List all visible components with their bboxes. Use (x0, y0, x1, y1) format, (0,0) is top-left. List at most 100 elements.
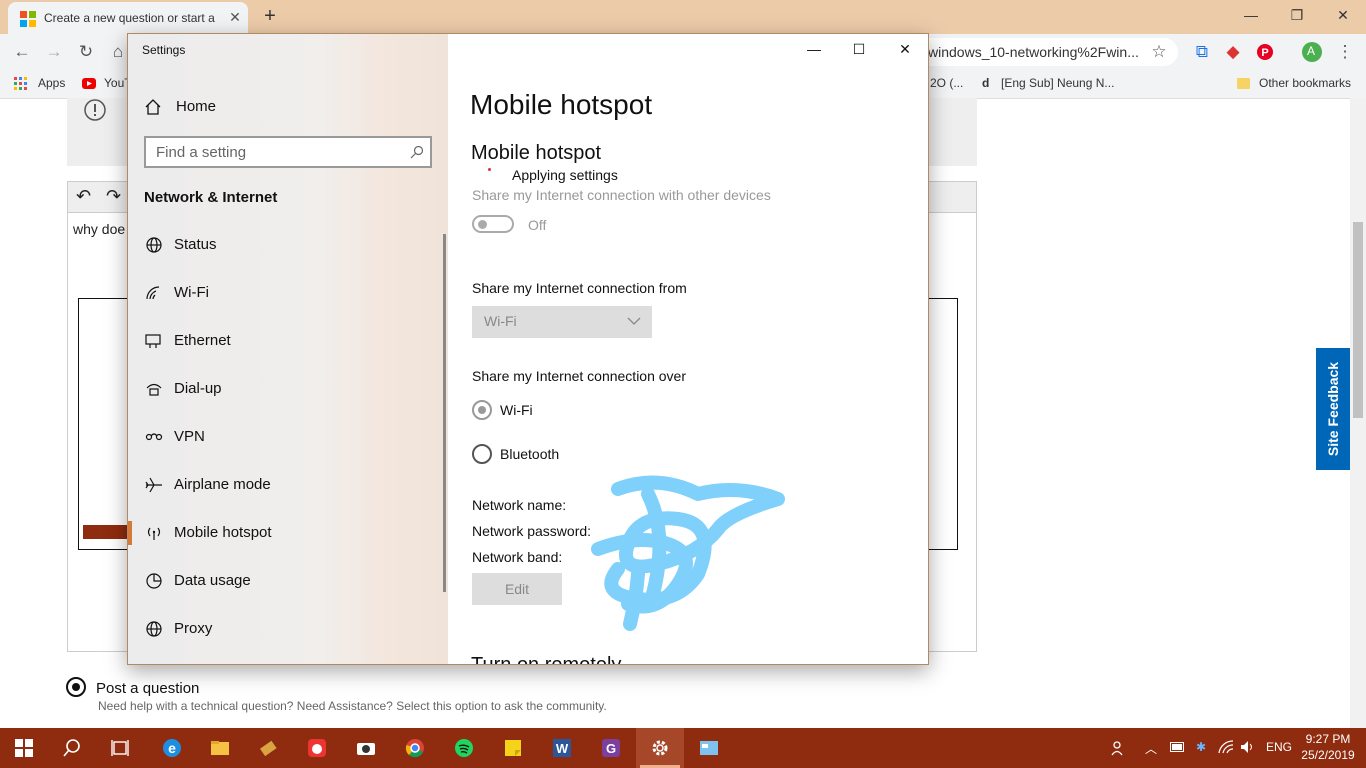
network-password-label: Network password: (472, 523, 592, 539)
bluetooth-icon[interactable]: ✱ (1196, 740, 1206, 754)
nav-label: Airplane mode (174, 476, 271, 493)
scrollbar-thumb[interactable] (1353, 222, 1363, 418)
chrome-tabstrip: Create a new question or start a ✕ + — ❐… (0, 0, 1366, 34)
nav-ethernet[interactable]: Ethernet (128, 321, 448, 361)
clock[interactable]: 9:27 PM 25/2/2019 (1298, 731, 1358, 763)
site-feedback-label: Site Feedback (1325, 361, 1341, 457)
wifi-icon[interactable] (1218, 740, 1234, 754)
page-scrollbar[interactable] (1350, 98, 1366, 728)
nav-status[interactable]: Status (128, 225, 448, 265)
back-icon[interactable]: ← (10, 40, 34, 64)
nav-wifi[interactable]: Wi-Fi (128, 273, 448, 313)
info-icon (84, 99, 106, 121)
bookmark-apps[interactable]: Apps (38, 76, 65, 90)
start-button[interactable] (0, 728, 48, 768)
menu-icon[interactable]: ⋮ (1333, 40, 1357, 64)
chevron-up-icon[interactable]: ︿ (1145, 740, 1157, 757)
selected-indicator (128, 521, 132, 545)
bookmark-star-icon[interactable]: ☆ (1147, 40, 1171, 64)
redo-icon[interactable]: ↷ (106, 186, 121, 207)
nav-data-usage[interactable]: Data usage (128, 561, 448, 601)
share-from-value: Wi-Fi (484, 313, 517, 329)
people-icon[interactable] (1110, 739, 1128, 757)
minimize-button[interactable]: — (1228, 0, 1274, 30)
redaction-scribble (591, 475, 785, 631)
taskbar-camera[interactable] (342, 728, 390, 768)
svg-text:W: W (556, 741, 569, 756)
svg-text:e: e (168, 740, 176, 756)
nav-proxy[interactable]: Proxy (128, 609, 448, 649)
bookmark-other[interactable]: Other bookmarks (1259, 76, 1351, 90)
window-title: Settings (142, 43, 186, 57)
taskbar-app-blue[interactable] (685, 728, 733, 768)
nav-vpn[interactable]: VPN (128, 417, 448, 457)
microsoft-logo-icon (20, 11, 36, 27)
task-view-button[interactable] (96, 728, 144, 768)
bookmark-item[interactable]: 2O (... (930, 76, 963, 90)
bookmark-eng-sub[interactable]: [Eng Sub] Neung N... (1001, 76, 1114, 90)
post-question-help: Need help with a technical question? Nee… (98, 699, 607, 713)
globe-icon (146, 621, 162, 637)
folder-icon (211, 741, 229, 755)
battery-icon[interactable] (1170, 742, 1186, 752)
settings-maximize-button[interactable]: ☐ (836, 34, 882, 64)
youtube-icon (82, 78, 96, 89)
close-window-button[interactable]: ✕ (1320, 0, 1366, 30)
bluetooth-radio[interactable] (472, 444, 492, 464)
hotspot-toggle[interactable] (472, 215, 514, 233)
search-button[interactable] (48, 728, 96, 768)
wifi-radio-label: Wi-Fi (500, 402, 533, 418)
spotify-icon (455, 739, 473, 757)
pinterest-icon[interactable]: P (1253, 40, 1277, 64)
find-setting-input[interactable]: Find a setting (144, 136, 432, 168)
post-question-radio[interactable] (66, 677, 86, 697)
nav-label: Dial-up (174, 380, 222, 397)
taskbar-tools[interactable] (244, 728, 292, 768)
site-feedback-button[interactable]: Site Feedback (1316, 348, 1350, 470)
chevron-down-icon (627, 317, 641, 325)
settings-close-button[interactable]: ✕ (882, 34, 928, 64)
undo-icon[interactable]: ↶ (76, 186, 91, 207)
taskbar-edge[interactable]: e (148, 728, 196, 768)
nav-mobile-hotspot[interactable]: Mobile hotspot (128, 513, 448, 553)
new-tab-button[interactable]: + (258, 5, 282, 29)
tab-title: Create a new question or start a (44, 11, 215, 25)
pdf-extension-icon[interactable]: ◆ (1221, 40, 1245, 64)
taskbar-pdf-app[interactable]: G (587, 728, 635, 768)
forward-icon[interactable]: → (42, 40, 66, 64)
clock-time: 9:27 PM (1305, 732, 1351, 746)
share-over-label: Share my Internet connection over (472, 368, 687, 384)
nav-dialup[interactable]: Dial-up (128, 369, 448, 409)
restore-button[interactable]: ❐ (1274, 0, 1320, 30)
pdf-app-icon: G (602, 739, 620, 757)
tab-close-icon[interactable]: ✕ (226, 8, 244, 26)
search-icon (410, 145, 424, 159)
share-from-select[interactable]: Wi-Fi (472, 306, 652, 338)
taskbar-word[interactable]: W (538, 728, 586, 768)
nav-airplane[interactable]: Airplane mode (128, 465, 448, 505)
edit-button[interactable]: Edit (472, 573, 562, 605)
sidebar-scrollbar[interactable] (443, 234, 446, 592)
edge-icon: e (163, 739, 181, 757)
taskbar-app-red[interactable] (293, 728, 341, 768)
wifi-radio[interactable] (472, 400, 492, 420)
reload-icon[interactable]: ↻ (74, 40, 98, 64)
network-band-label: Network band: (472, 549, 563, 565)
extension-icon[interactable]: ⧉ (1190, 40, 1214, 64)
nav-label: Status (174, 236, 217, 253)
progress-dot (488, 168, 491, 171)
wifi-icon (146, 286, 160, 300)
taskbar-sticky-notes[interactable] (489, 728, 537, 768)
taskbar-settings[interactable] (636, 728, 684, 768)
airplane-icon (145, 477, 162, 493)
language-indicator[interactable]: ENG (1266, 740, 1292, 754)
browser-tab[interactable]: Create a new question or start a ✕ (8, 2, 248, 34)
taskbar-chrome[interactable] (391, 728, 439, 768)
settings-minimize-button[interactable]: — (791, 34, 837, 64)
network-name-label: Network name: (472, 497, 567, 513)
taskbar-file-explorer[interactable] (196, 728, 244, 768)
taskbar-spotify[interactable] (440, 728, 488, 768)
volume-icon[interactable] (1240, 740, 1256, 754)
tools-icon (259, 740, 277, 757)
folder-icon (1237, 78, 1250, 89)
